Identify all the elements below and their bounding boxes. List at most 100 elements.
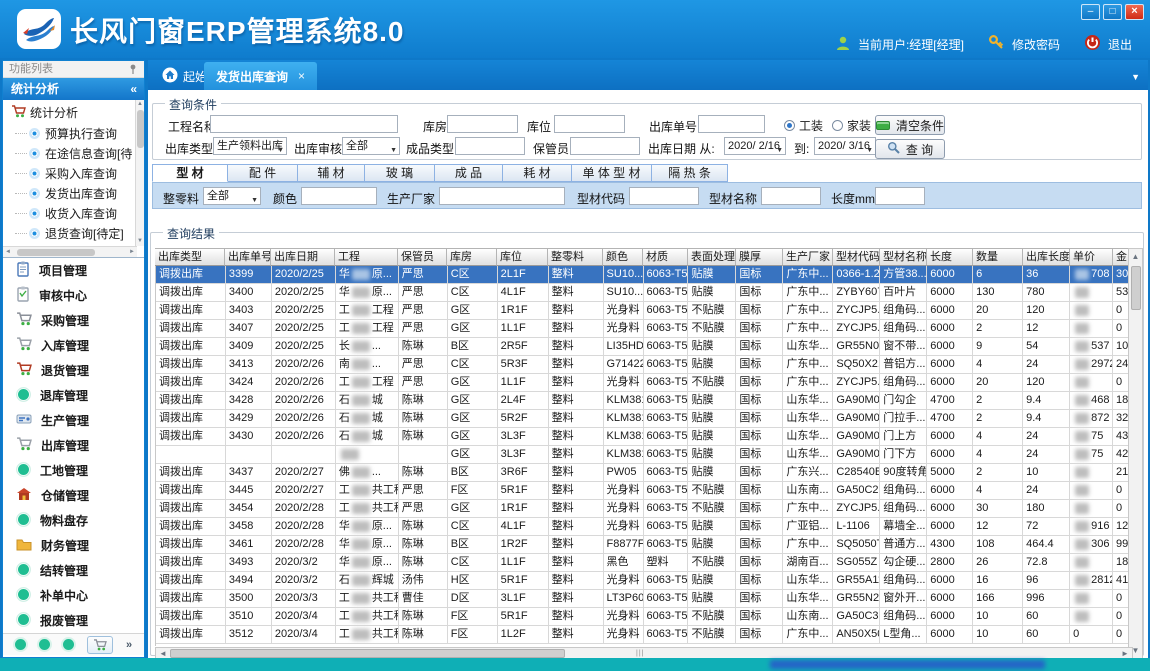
- material-tab[interactable]: 隔 热 条: [652, 164, 728, 182]
- minimize-button[interactable]: –: [1081, 4, 1100, 20]
- column-header[interactable]: 表面处理: [688, 248, 736, 266]
- radio-gongzhuang[interactable]: 工装: [784, 117, 823, 134]
- table-row[interactable]: 调拨出库34002020/2/25华原...严思C区4L1F整料SU10...6…: [156, 284, 1133, 302]
- tree-vertical-scrollbar[interactable]: ▲ ▼: [135, 100, 144, 246]
- date-to-picker[interactable]: 2020/ 3/16▼: [814, 137, 876, 155]
- column-header[interactable]: 保管员: [398, 248, 447, 266]
- project-name-input[interactable]: [210, 115, 398, 133]
- table-row[interactable]: 调拨出库35122020/3/4工共工程陈琳F区1L2F整料光身料6063-T5…: [156, 626, 1133, 644]
- table-row[interactable]: 调拨出库34132020/2/26南...严思C区5R3F整料G71422606…: [156, 356, 1133, 374]
- table-row[interactable]: 调拨出库34542020/2/28工共工程严思G区1R1F整料光身料6063-T…: [156, 500, 1133, 518]
- column-header[interactable]: 出库类型: [155, 248, 225, 266]
- cart-module-button[interactable]: [87, 636, 113, 654]
- tree-root-statistics[interactable]: 统计分析: [3, 102, 129, 123]
- table-row[interactable]: 调拨出库34092020/2/25长...陈琳B区2R5F整料LI35HD606…: [156, 338, 1133, 356]
- sidebar-item-cart-out[interactable]: 出库管理: [3, 433, 144, 458]
- length-input[interactable]: [875, 187, 925, 205]
- sidebar-item-house[interactable]: 仓储管理: [3, 483, 144, 508]
- profile-name-input[interactable]: [761, 187, 821, 205]
- table-row[interactable]: 调拨出库34372020/2/27佛...陈琳B区3R6F整料PW056063-…: [156, 464, 1133, 482]
- scroll-right-icon[interactable]: ►: [127, 247, 137, 258]
- tree-horizontal-scrollbar[interactable]: ◄ ►: [3, 246, 137, 257]
- sidebar-item-cart-ret[interactable]: 退货管理: [3, 358, 144, 383]
- column-header[interactable]: 长度: [927, 248, 973, 266]
- sidebar-item-prod[interactable]: 生产管理: [3, 408, 144, 433]
- column-header[interactable]: 单价: [1070, 248, 1113, 266]
- material-tab[interactable]: 单 体 型 材: [572, 164, 652, 182]
- out-type-select[interactable]: 生产领料出库▼: [213, 137, 287, 155]
- tree-item[interactable]: 发货出库查询: [3, 183, 129, 203]
- scroll-up-icon[interactable]: ▲: [1129, 249, 1142, 264]
- sidebar-item-dot[interactable]: 补单中心: [3, 583, 144, 608]
- table-row[interactable]: 调拨出库34072020/2/25工工程严思G区1L1F整料光身料6063-T5…: [156, 320, 1133, 338]
- scroll-down-icon[interactable]: ▼: [136, 237, 144, 246]
- collapse-icon[interactable]: «: [130, 78, 137, 100]
- tree-item[interactable]: 收货入库查询: [3, 203, 129, 223]
- sidebar-item-cart-in[interactable]: 入库管理: [3, 333, 144, 358]
- column-header[interactable]: 数量: [973, 248, 1023, 266]
- table-row[interactable]: 调拨出库34942020/3/2石辉城汤伟H区5R1F整料光身料6063-T5贴…: [156, 572, 1133, 590]
- table-row[interactable]: 调拨出库33992020/2/25华原...严思C区2L1F整料SU10...6…: [156, 266, 1133, 284]
- date-from-picker[interactable]: 2020/ 2/16▼: [724, 137, 786, 155]
- column-header[interactable]: 工程: [335, 248, 398, 266]
- column-header[interactable]: 颜色: [603, 248, 643, 266]
- module-dot-icon[interactable]: [63, 639, 74, 650]
- column-header[interactable]: 出库单号: [225, 248, 271, 266]
- sidebar-item-clipboard[interactable]: 项目管理: [3, 258, 144, 283]
- column-header[interactable]: 膜厚: [736, 248, 783, 266]
- keeper-input[interactable]: [570, 137, 640, 155]
- sidebar-item-dot[interactable]: 退库管理: [3, 383, 144, 408]
- material-tab[interactable]: 辅 材: [298, 164, 365, 182]
- column-header[interactable]: 整零料: [548, 248, 603, 266]
- sidebar-item-dot[interactable]: 工地管理: [3, 458, 144, 483]
- more-chevron-icon[interactable]: »: [126, 639, 132, 651]
- grid-vertical-scrollbar[interactable]: ▲ ▼: [1128, 248, 1143, 659]
- close-button[interactable]: ×: [1125, 4, 1144, 20]
- clear-conditions-button[interactable]: 清空条件: [875, 115, 945, 135]
- tree-item[interactable]: 在途信息查询[待: [3, 143, 129, 163]
- table-row[interactable]: 调拨出库34612020/2/28华原...陈琳B区1R2F整料F8877FT6…: [156, 536, 1133, 554]
- profile-code-input[interactable]: [629, 187, 699, 205]
- table-row[interactable]: 调拨出库34582020/2/28华原...陈琳C区4L1F整料光身料6063-…: [156, 518, 1133, 536]
- tree-item[interactable]: 采购入库查询: [3, 163, 129, 183]
- scroll-thumb[interactable]: [137, 110, 144, 148]
- pin-icon[interactable]: [127, 63, 139, 75]
- module-dot-icon[interactable]: [39, 639, 50, 650]
- column-header[interactable]: 库位: [497, 248, 548, 266]
- sidebar-item-dot[interactable]: 结转管理: [3, 558, 144, 583]
- column-header[interactable]: 出库日期: [271, 248, 335, 266]
- scroll-thumb[interactable]: [1131, 266, 1141, 310]
- column-header[interactable]: 库房: [447, 248, 497, 266]
- table-row[interactable]: 调拨出库35102020/3/4工共工程陈琳F区5R1F整料光身料6063-T5…: [156, 608, 1133, 626]
- scroll-left-icon[interactable]: ◄: [3, 247, 13, 258]
- table-row[interactable]: 调拨出库34292020/2/26石城陈琳G区5R2F整料KLM38176063…: [156, 410, 1133, 428]
- product-type-input[interactable]: [455, 137, 525, 155]
- sidebar-item-folder[interactable]: 财务管理: [3, 533, 144, 558]
- sidebar-item-cart[interactable]: 采购管理: [3, 308, 144, 333]
- column-header[interactable]: 出库长度: [1023, 248, 1070, 266]
- table-row[interactable]: 调拨出库34452020/2/27工共工程严思F区5R1F整料光身料6063-T…: [156, 482, 1133, 500]
- column-header[interactable]: 生产厂家: [783, 248, 833, 266]
- column-header[interactable]: 型材代码: [833, 248, 880, 266]
- maker-input[interactable]: [439, 187, 565, 205]
- sidebar-item-dot[interactable]: 报废管理: [3, 608, 144, 633]
- sidebar-section-header[interactable]: 统计分析 «: [3, 78, 144, 100]
- column-header[interactable]: 型材名称: [880, 248, 927, 266]
- order-no-input[interactable]: [698, 115, 765, 133]
- warehouse-input[interactable]: [447, 115, 518, 133]
- location-input[interactable]: [554, 115, 625, 133]
- maximize-button[interactable]: □: [1103, 4, 1122, 20]
- color-input[interactable]: [301, 187, 377, 205]
- tab-shipping-out-query[interactable]: 发货出库查询 ×: [204, 62, 317, 90]
- search-button[interactable]: 查 询: [875, 139, 945, 159]
- material-tab[interactable]: 玻 璃: [365, 164, 435, 182]
- whole-part-select[interactable]: 全部▼: [203, 187, 261, 205]
- table-row[interactable]: 调拨出库35002020/3/3工共工程曹佳D区3L1F整料LT3P606063…: [156, 590, 1133, 608]
- sidebar-item-dot[interactable]: 物料盘存: [3, 508, 144, 533]
- material-tab[interactable]: 配 件: [228, 164, 298, 182]
- material-tab[interactable]: 成 品: [435, 164, 503, 182]
- table-row[interactable]: 调拨出库34302020/2/26石城陈琳G区3L3F整料KLM38176063…: [156, 428, 1133, 446]
- tree-item[interactable]: 退货查询[待定]: [3, 223, 129, 243]
- audit-select[interactable]: 全部▼: [342, 137, 400, 155]
- radio-jiazhuang[interactable]: 家装: [832, 117, 871, 134]
